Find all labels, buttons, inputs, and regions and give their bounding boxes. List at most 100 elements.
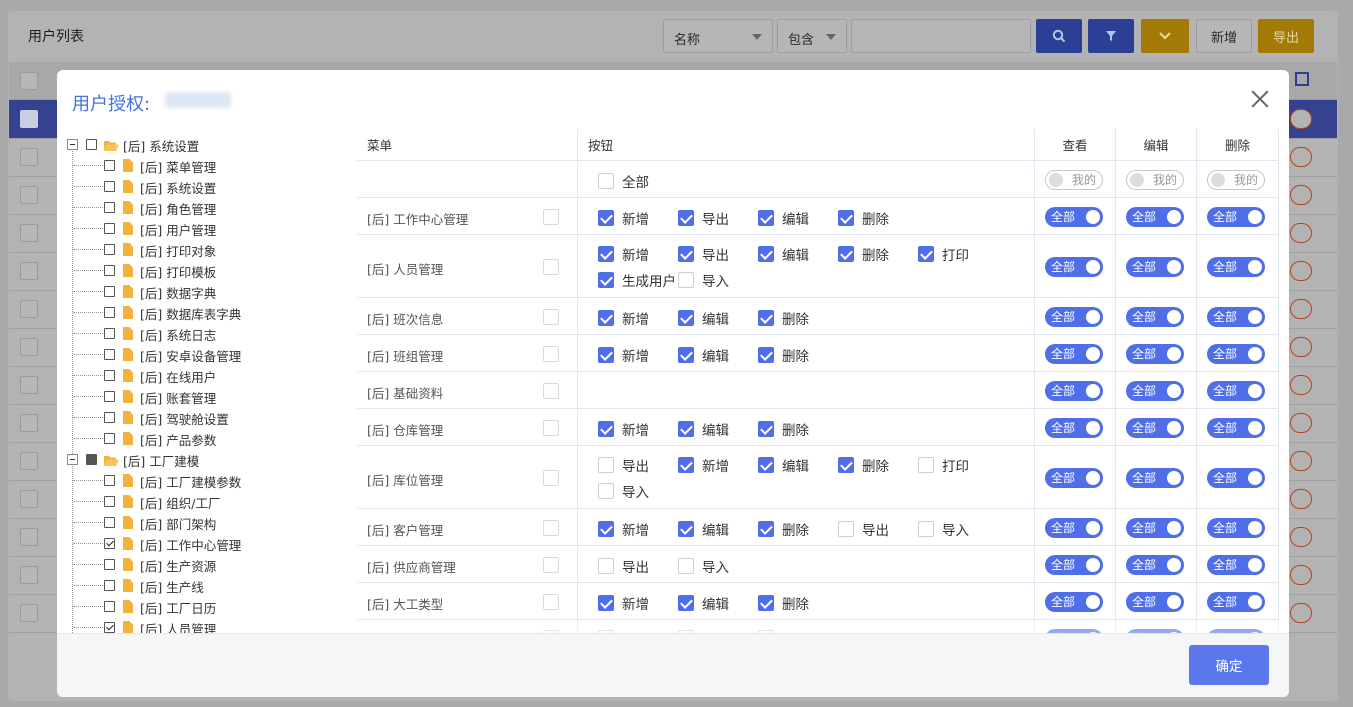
delete-scope-switch[interactable]: 全部: [1207, 206, 1265, 227]
view-scope-switch[interactable]: 全部: [1045, 591, 1103, 612]
row-checkbox[interactable]: [20, 262, 38, 280]
checkbox-box[interactable]: [598, 272, 614, 288]
button-permission-checkbox[interactable]: 导入: [678, 270, 729, 290]
tree-checkbox[interactable]: [104, 223, 115, 234]
tree-checkbox[interactable]: [86, 139, 97, 150]
tree-checkbox[interactable]: [104, 538, 115, 549]
delete-badge[interactable]: [1290, 489, 1312, 509]
delete-scope-switch[interactable]: 全部: [1207, 467, 1265, 488]
row-checkbox[interactable]: [20, 528, 38, 546]
tree-checkbox[interactable]: [104, 559, 115, 570]
delete-scope-switch[interactable]: 全部: [1207, 517, 1265, 538]
button-permission-checkbox[interactable]: 删除: [758, 593, 809, 613]
button-permission-checkbox[interactable]: 新增: [598, 244, 649, 264]
tree-checkbox[interactable]: [104, 181, 115, 192]
checkbox-box[interactable]: [678, 457, 694, 473]
button-permission-checkbox[interactable]: 删除: [758, 345, 809, 365]
tree-checkbox[interactable]: [104, 244, 115, 255]
collapse-icon[interactable]: [67, 454, 78, 465]
checkbox-box[interactable]: [678, 310, 694, 326]
button-permission-checkbox[interactable]: 编辑: [758, 208, 809, 228]
tree-node[interactable]: [后] 安卓设备管理: [57, 344, 357, 365]
checkbox-box[interactable]: [838, 457, 854, 473]
delete-scope-switch[interactable]: 全部: [1207, 306, 1265, 327]
tree-checkbox[interactable]: [104, 265, 115, 276]
checkbox-box[interactable]: [758, 310, 774, 326]
button-permission-checkbox[interactable]: 删除: [758, 519, 809, 539]
delete-badge[interactable]: [1290, 185, 1312, 205]
button-permission-checkbox[interactable]: 新增: [598, 519, 649, 539]
tree-node[interactable]: [后] 用户管理: [57, 218, 357, 239]
export-button[interactable]: 导出: [1258, 19, 1314, 53]
delete-badge[interactable]: [1290, 527, 1312, 547]
view-scope-switch[interactable]: 全部: [1045, 306, 1103, 327]
expand-button[interactable]: [1141, 19, 1189, 53]
tree-node[interactable]: [后] 驾驶舱设置: [57, 407, 357, 428]
delete-badge[interactable]: [1290, 375, 1312, 395]
tree-checkbox[interactable]: [104, 286, 115, 297]
checkbox-box[interactable]: [838, 521, 854, 537]
button-permission-checkbox[interactable]: 编辑: [678, 593, 729, 613]
tree-checkbox[interactable]: [104, 202, 115, 213]
button-permission-checkbox[interactable]: 打印: [918, 244, 969, 264]
button-permission-checkbox[interactable]: 新增: [598, 419, 649, 439]
button-permission-checkbox[interactable]: 新增: [598, 345, 649, 365]
view-scope-switch[interactable]: 全部: [1045, 256, 1103, 277]
tree-node[interactable]: [后] 系统设置: [57, 176, 357, 197]
tree-checkbox[interactable]: [104, 580, 115, 591]
button-permission-checkbox[interactable]: 删除: [838, 208, 889, 228]
button-permission-checkbox[interactable]: 编辑: [678, 345, 729, 365]
checkbox-box[interactable]: [678, 347, 694, 363]
delete-badge[interactable]: [1290, 337, 1312, 357]
tree-checkbox[interactable]: [86, 454, 97, 465]
checkbox-box[interactable]: [598, 246, 614, 262]
tree-checkbox[interactable]: [104, 307, 115, 318]
delete-badge[interactable]: [1290, 451, 1312, 471]
button-permission-checkbox[interactable]: 导出: [678, 244, 729, 264]
edit-scope-switch[interactable]: 我的: [1126, 169, 1184, 190]
view-scope-switch[interactable]: 全部: [1045, 206, 1103, 227]
checkbox-box[interactable]: [758, 595, 774, 611]
button-permission-checkbox[interactable]: 打印: [918, 455, 969, 475]
tree-checkbox[interactable]: [104, 433, 115, 444]
menu-checkbox[interactable]: [543, 519, 559, 536]
delete-badge[interactable]: [1290, 147, 1312, 167]
button-permission-checkbox[interactable]: 导出: [838, 519, 889, 539]
close-icon[interactable]: [1249, 88, 1271, 110]
view-scope-switch[interactable]: 全部: [1045, 343, 1103, 364]
tree-checkbox[interactable]: [104, 160, 115, 171]
edit-scope-switch[interactable]: 全部: [1126, 417, 1184, 438]
select-all-checkbox[interactable]: [20, 72, 38, 90]
delete-scope-switch[interactable]: 全部: [1207, 256, 1265, 277]
checkbox-box[interactable]: [678, 272, 694, 288]
checkbox-box[interactable]: [598, 310, 614, 326]
delete-scope-switch[interactable]: 全部: [1207, 591, 1265, 612]
tree-node[interactable]: [后] 系统设置: [57, 134, 357, 155]
row-checkbox[interactable]: [20, 604, 38, 622]
view-scope-switch[interactable]: 全部: [1045, 554, 1103, 575]
tree-node[interactable]: [后] 工厂建模: [57, 449, 357, 470]
tree-node[interactable]: [后] 打印对象: [57, 239, 357, 260]
menu-checkbox[interactable]: [543, 382, 559, 399]
button-permission-checkbox[interactable]: 导出: [678, 208, 729, 228]
delete-badge[interactable]: [1290, 109, 1312, 129]
view-scope-switch[interactable]: 我的: [1045, 169, 1103, 190]
button-permission-checkbox[interactable]: 生成用户: [598, 270, 676, 290]
tree-node[interactable]: [后] 工厂建模参数: [57, 470, 357, 491]
button-permission-checkbox[interactable]: 导入: [678, 556, 729, 576]
edit-scope-switch[interactable]: 全部: [1126, 517, 1184, 538]
checkbox-box[interactable]: [758, 521, 774, 537]
row-checkbox[interactable]: [20, 300, 38, 318]
tree-node[interactable]: [后] 工作中心管理: [57, 533, 357, 554]
row-checkbox[interactable]: [20, 186, 38, 204]
checkbox-box[interactable]: [758, 347, 774, 363]
tree-node[interactable]: [后] 角色管理: [57, 197, 357, 218]
edit-scope-switch[interactable]: 全部: [1126, 554, 1184, 575]
menu-checkbox[interactable]: [543, 419, 559, 436]
checkbox-box[interactable]: [918, 246, 934, 262]
tree-node[interactable]: [后] 数据库表字典: [57, 302, 357, 323]
row-checkbox[interactable]: [20, 338, 38, 356]
button-permission-checkbox[interactable]: 导出: [598, 455, 649, 475]
delete-scope-switch[interactable]: 全部: [1207, 417, 1265, 438]
view-scope-switch[interactable]: 全部: [1045, 467, 1103, 488]
